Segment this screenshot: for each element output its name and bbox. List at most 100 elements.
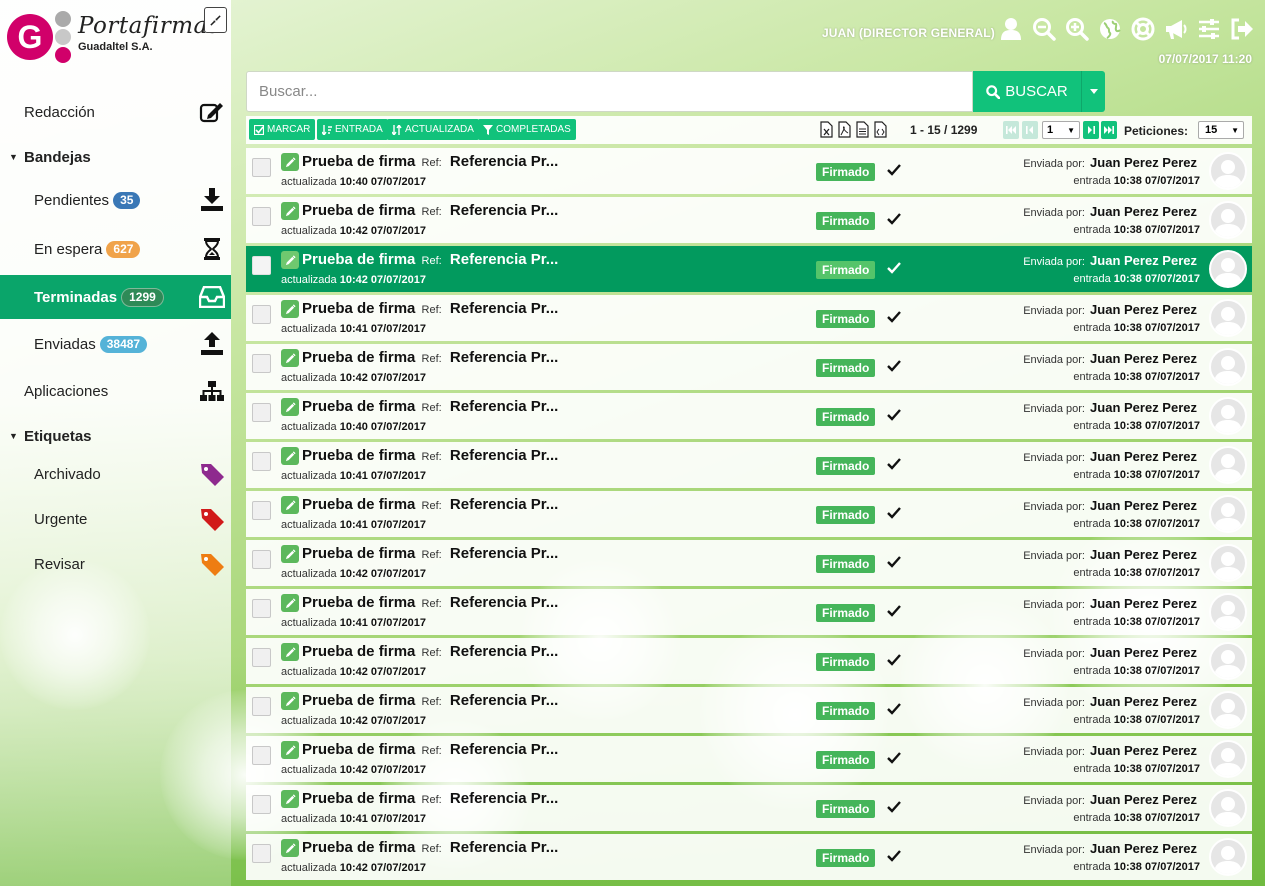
- row-checkbox[interactable]: [252, 207, 271, 226]
- request-row[interactable]: Prueba de firma Ref: Referencia Pr... ac…: [246, 638, 1252, 684]
- nav-enviadas[interactable]: Enviadas 38487: [0, 322, 231, 366]
- nav-tag-archivado[interactable]: Archivado: [0, 452, 231, 496]
- user-name[interactable]: JUAN (DIRECTOR GENERAL): [822, 26, 995, 40]
- search-button[interactable]: BUSCAR: [973, 71, 1081, 112]
- row-checkbox[interactable]: [252, 354, 271, 373]
- row-checkbox[interactable]: [252, 746, 271, 765]
- nav-tag-revisar[interactable]: Revisar: [0, 542, 231, 586]
- nav-pendientes[interactable]: Pendientes 35: [0, 178, 231, 222]
- request-subject[interactable]: Prueba de firma Ref: Referencia Pr...: [302, 741, 558, 758]
- sender-label: Enviada por:: [1023, 256, 1085, 268]
- request-row[interactable]: Prueba de firma Ref: Referencia Pr... ac…: [246, 785, 1252, 831]
- row-checkbox[interactable]: [252, 403, 271, 422]
- request-subject[interactable]: Prueba de firma Ref: Referencia Pr...: [302, 692, 558, 709]
- request-row[interactable]: Prueba de firma Ref: Referencia Pr... ac…: [246, 687, 1252, 733]
- excel-file-icon[interactable]: [820, 121, 833, 138]
- row-checkbox[interactable]: [252, 501, 271, 520]
- request-subject[interactable]: Prueba de firma Ref: Referencia Pr...: [302, 545, 558, 562]
- zoom-out-icon[interactable]: [1031, 16, 1057, 42]
- nav-aplicaciones[interactable]: Aplicaciones: [0, 369, 231, 413]
- row-checkbox[interactable]: [252, 648, 271, 667]
- page-select[interactable]: 1 ▼: [1042, 121, 1080, 139]
- request-subject[interactable]: Prueba de firma Ref: Referencia Pr...: [302, 447, 558, 464]
- request-subject[interactable]: Prueba de firma Ref: Referencia Pr...: [302, 643, 558, 660]
- sort-updated-button[interactable]: ACTUALIZADA: [387, 119, 479, 140]
- row-checkbox[interactable]: [252, 844, 271, 863]
- nav-redaccion[interactable]: Redacción: [0, 90, 231, 134]
- company-logo[interactable]: G Portafirmas Guadaltel S.A.: [6, 8, 220, 66]
- request-subject[interactable]: Prueba de firma Ref: Referencia Pr...: [302, 202, 558, 219]
- collapse-sidebar-button[interactable]: [204, 7, 227, 33]
- signature-request-icon: [281, 251, 299, 269]
- per-page-select[interactable]: 15 ▼: [1198, 121, 1244, 139]
- row-checkbox[interactable]: [252, 452, 271, 471]
- default-avatar-icon: [1214, 503, 1242, 531]
- request-row[interactable]: Prueba de firma Ref: Referencia Pr... ac…: [246, 491, 1252, 537]
- updated-date: actualizada 10:42 07/07/2017: [281, 225, 426, 237]
- request-subject[interactable]: Prueba de firma Ref: Referencia Pr...: [302, 496, 558, 513]
- request-subject[interactable]: Prueba de firma Ref: Referencia Pr...: [302, 839, 558, 856]
- filter-completed-button[interactable]: COMPLETADAS: [478, 119, 576, 140]
- row-checkbox[interactable]: [252, 697, 271, 716]
- request-subject[interactable]: Prueba de firma Ref: Referencia Pr...: [302, 153, 558, 170]
- sender-line: Enviada por: Juan Perez Perez: [1023, 155, 1197, 170]
- row-checkbox[interactable]: [252, 305, 271, 324]
- request-subject[interactable]: Prueba de firma Ref: Referencia Pr...: [302, 594, 558, 611]
- globe-icon[interactable]: [1097, 16, 1123, 42]
- request-row[interactable]: Prueba de firma Ref: Referencia Pr... ac…: [246, 589, 1252, 635]
- updated-value: 10:42 07/07/2017: [339, 568, 426, 580]
- nav-terminadas[interactable]: Terminadas 1299: [0, 275, 231, 319]
- row-checkbox[interactable]: [252, 158, 271, 177]
- row-checkbox[interactable]: [252, 795, 271, 814]
- text-file-icon[interactable]: [856, 121, 869, 138]
- avatar: [1209, 348, 1247, 386]
- settings-sliders-icon[interactable]: [1196, 16, 1222, 42]
- entry-label: entrada: [1073, 714, 1111, 726]
- sort-entry-button[interactable]: ENTRADA: [317, 119, 388, 140]
- tag-archivado-label: Archivado: [34, 465, 101, 483]
- nav-tag-urgente[interactable]: Urgente: [0, 497, 231, 541]
- request-row[interactable]: Prueba de firma Ref: Referencia Pr... ac…: [246, 540, 1252, 586]
- nav-en-espera[interactable]: En espera 627: [0, 227, 231, 271]
- row-checkbox[interactable]: [252, 599, 271, 618]
- sender-line: Enviada por: Juan Perez Perez: [1023, 645, 1197, 660]
- search-input[interactable]: [246, 71, 973, 112]
- search-options-dropdown[interactable]: [1081, 71, 1105, 112]
- xml-file-icon[interactable]: [874, 121, 887, 138]
- row-checkbox[interactable]: [252, 550, 271, 569]
- brand-name: Portafirmas: [78, 13, 221, 39]
- request-row[interactable]: Prueba de firma Ref: Referencia Pr... ac…: [246, 246, 1252, 292]
- request-row[interactable]: Prueba de firma Ref: Referencia Pr... ac…: [246, 295, 1252, 341]
- request-row[interactable]: Prueba de firma Ref: Referencia Pr... ac…: [246, 393, 1252, 439]
- row-checkbox[interactable]: [252, 256, 271, 275]
- nav-section-bandejas[interactable]: ▼ Bandejas: [0, 135, 231, 179]
- mark-button[interactable]: MARCAR: [249, 119, 316, 140]
- avatar: [1209, 495, 1247, 533]
- first-page-button[interactable]: [1003, 121, 1019, 139]
- request-subject[interactable]: Prueba de firma Ref: Referencia Pr...: [302, 398, 558, 415]
- request-row[interactable]: Prueba de firma Ref: Referencia Pr... ac…: [246, 148, 1252, 194]
- next-page-button[interactable]: [1083, 121, 1099, 139]
- help-lifebuoy-icon[interactable]: [1130, 16, 1156, 42]
- request-subject[interactable]: Prueba de firma Ref: Referencia Pr...: [302, 790, 558, 807]
- request-row[interactable]: Prueba de firma Ref: Referencia Pr... ac…: [246, 344, 1252, 390]
- pdf-file-icon[interactable]: [838, 121, 851, 138]
- request-row[interactable]: Prueba de firma Ref: Referencia Pr... ac…: [246, 834, 1252, 880]
- request-subject[interactable]: Prueba de firma Ref: Referencia Pr...: [302, 300, 558, 317]
- request-row[interactable]: Prueba de firma Ref: Referencia Pr... ac…: [246, 442, 1252, 488]
- megaphone-icon[interactable]: [1163, 16, 1189, 42]
- reference-value: Referencia Pr...: [449, 153, 559, 170]
- reference-value: Referencia Pr...: [449, 349, 559, 366]
- zoom-in-icon[interactable]: [1064, 16, 1090, 42]
- previous-page-button[interactable]: [1022, 121, 1038, 139]
- avatar: [1209, 691, 1247, 729]
- last-page-button[interactable]: [1101, 121, 1117, 139]
- sender-label: Enviada por:: [1023, 648, 1085, 660]
- request-subject[interactable]: Prueba de firma Ref: Referencia Pr...: [302, 349, 558, 366]
- user-icon[interactable]: [998, 16, 1024, 42]
- request-row[interactable]: Prueba de firma Ref: Referencia Pr... ac…: [246, 736, 1252, 782]
- logout-icon[interactable]: [1229, 16, 1255, 42]
- request-row[interactable]: Prueba de firma Ref: Referencia Pr... ac…: [246, 197, 1252, 243]
- request-subject[interactable]: Prueba de firma Ref: Referencia Pr...: [302, 251, 558, 268]
- signature-request-icon: [281, 153, 299, 171]
